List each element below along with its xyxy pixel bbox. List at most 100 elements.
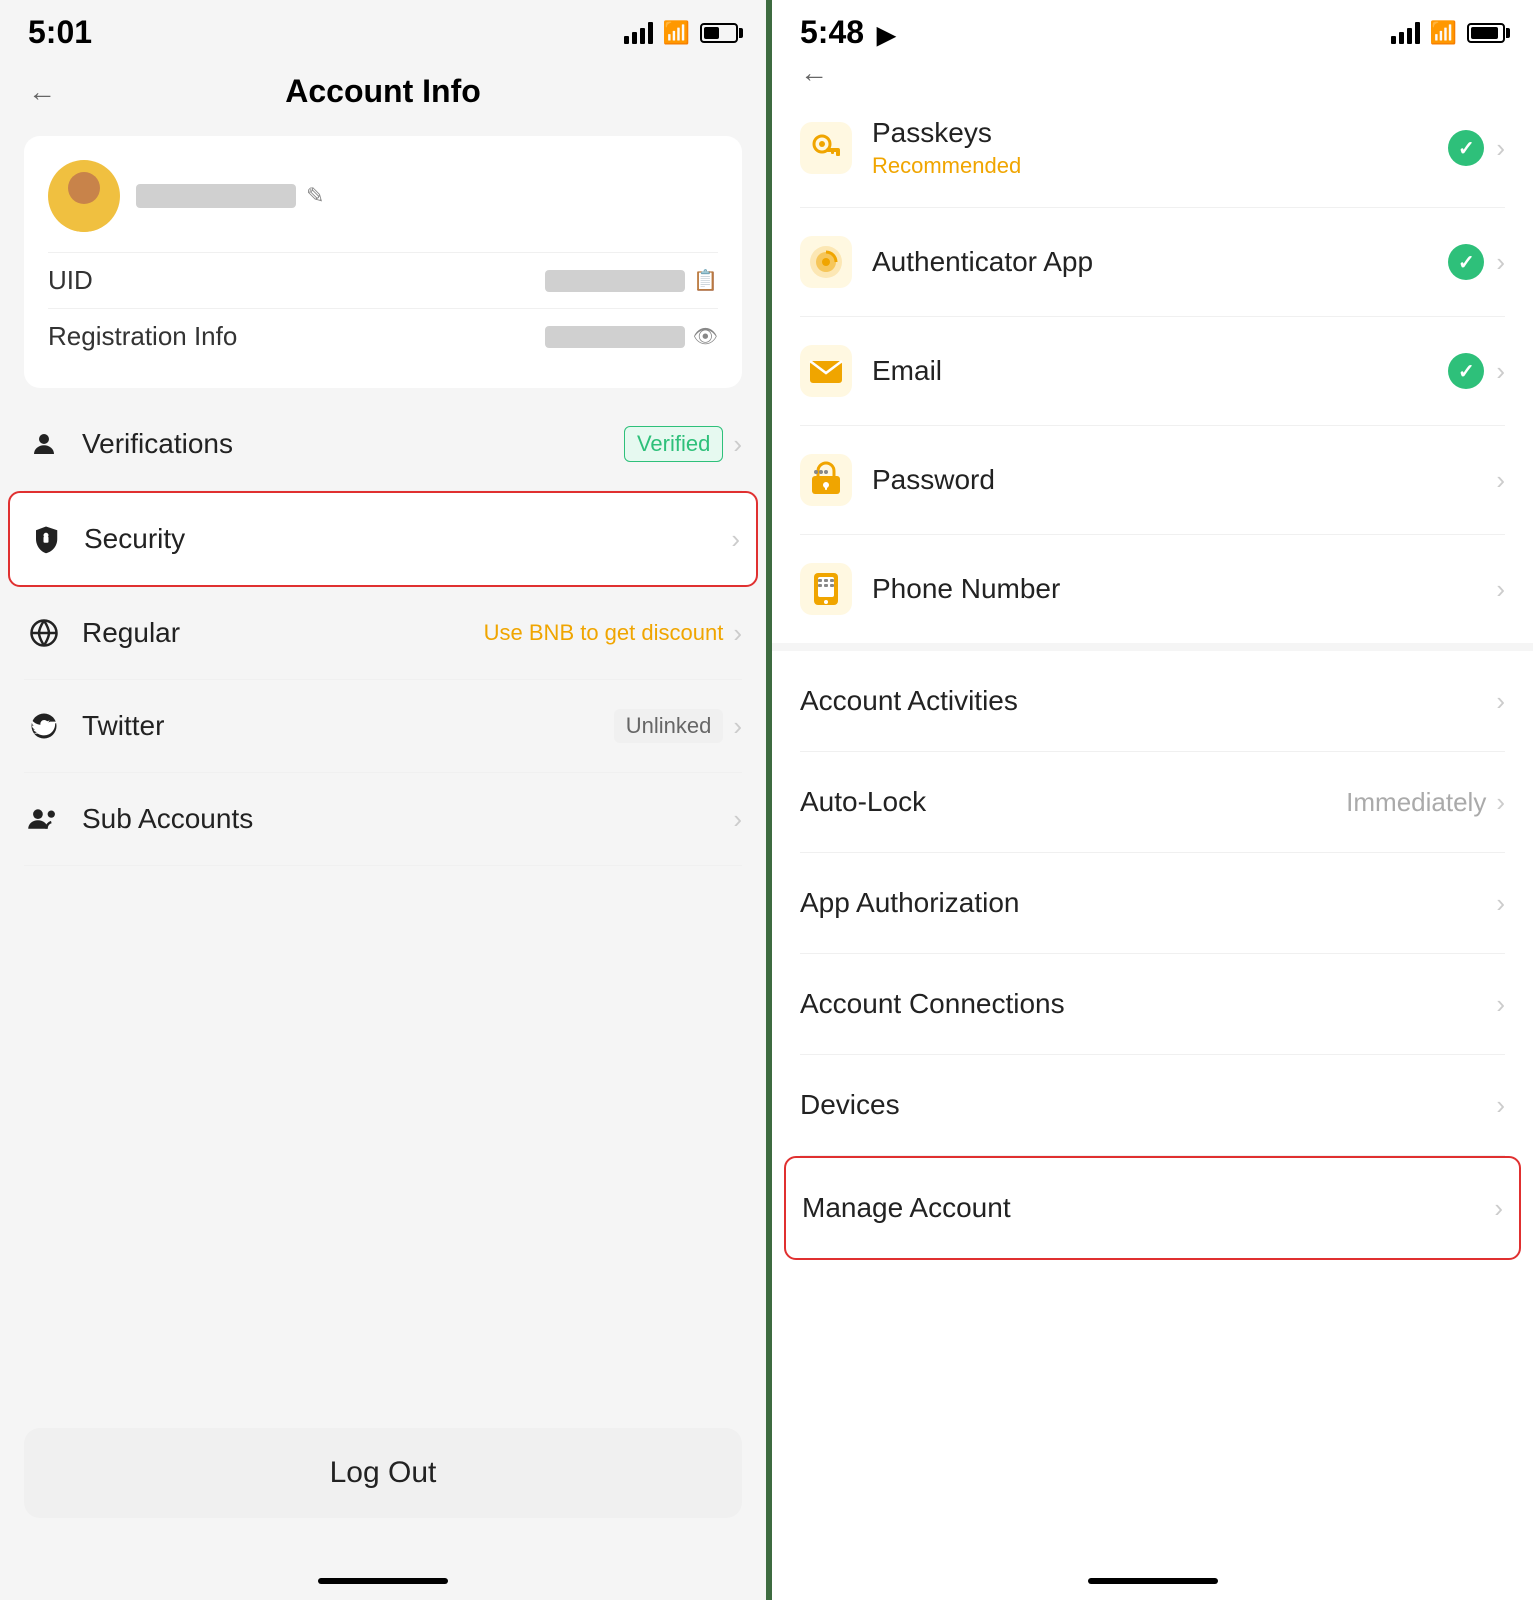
- wifi-icon: 📶: [663, 20, 690, 46]
- unlinked-badge: Unlinked: [614, 709, 724, 743]
- email-icon: [800, 345, 852, 397]
- menu-item-twitter[interactable]: Twitter Unlinked ›: [24, 680, 742, 773]
- menu-item-regular[interactable]: Regular Use BNB to get discount ›: [24, 587, 742, 680]
- globe-icon: [24, 613, 64, 653]
- twitter-icon: [24, 706, 64, 746]
- menu-item-verifications[interactable]: Verifications Verified ›: [24, 398, 742, 491]
- separator: [772, 643, 1533, 651]
- battery-icon: [1467, 23, 1505, 43]
- right-status-icons: 📶: [1391, 20, 1505, 46]
- chevron-icon: ›: [1496, 247, 1505, 278]
- battery-icon: [700, 23, 738, 43]
- right-menu-section: Account Activities › Auto-Lock Immediate…: [772, 651, 1533, 1260]
- chevron-icon: ›: [1496, 465, 1505, 496]
- sub-accounts-label: Sub Accounts: [82, 803, 253, 835]
- regular-label: Regular: [82, 617, 180, 649]
- avatar: [48, 160, 120, 232]
- username-area: ✎: [136, 183, 718, 209]
- signal-icon: [1391, 22, 1420, 44]
- chevron-icon: ›: [733, 429, 742, 460]
- menu-item-manage-account[interactable]: Manage Account ›: [784, 1156, 1521, 1260]
- menu-item-sub-accounts[interactable]: Sub Accounts ›: [24, 773, 742, 866]
- chevron-icon: ›: [1496, 989, 1505, 1020]
- app-authorization-label: App Authorization: [800, 887, 1020, 919]
- eye-icon[interactable]: 👁: [693, 324, 718, 349]
- manage-account-label: Manage Account: [802, 1192, 1011, 1224]
- email-label: Email: [872, 355, 942, 387]
- registration-row: Registration Info 👁: [48, 308, 718, 364]
- auto-lock-label: Auto-Lock: [800, 786, 926, 818]
- registration-value: [545, 326, 685, 348]
- check-icon: ✓: [1448, 244, 1484, 280]
- authenticator-icon: [800, 236, 852, 288]
- left-header: ← Account Info: [0, 57, 766, 126]
- right-panel: 5:48 ▶ 📶 ←: [766, 0, 1533, 1600]
- security-label: Security: [84, 523, 185, 555]
- authenticator-label: Authenticator App: [872, 246, 1093, 278]
- logout-area: Log Out: [0, 866, 766, 1578]
- security-item-password[interactable]: Password ›: [800, 426, 1505, 535]
- left-panel: 5:01 📶 ← Account Info: [0, 0, 766, 1600]
- security-section: Passkeys Recommended ✓ ›: [772, 89, 1533, 643]
- chevron-icon: ›: [733, 804, 742, 835]
- person-icon: [24, 424, 64, 464]
- uid-value: [545, 270, 685, 292]
- left-status-bar: 5:01 📶: [0, 0, 766, 57]
- registration-label: Registration Info: [48, 321, 237, 352]
- copy-icon[interactable]: 📋: [693, 268, 718, 293]
- passkeys-icon: [800, 122, 852, 174]
- back-button[interactable]: ←: [800, 57, 828, 89]
- menu-item-app-authorization[interactable]: App Authorization ›: [800, 853, 1505, 954]
- menu-item-auto-lock[interactable]: Auto-Lock Immediately ›: [800, 752, 1505, 853]
- left-time: 5:01: [28, 14, 92, 51]
- right-time: 5:48 ▶: [800, 14, 895, 51]
- verified-badge: Verified: [624, 426, 723, 462]
- chevron-icon: ›: [731, 524, 740, 555]
- security-item-phone[interactable]: Phone Number ›: [800, 535, 1505, 643]
- menu-item-security[interactable]: Security ›: [8, 491, 758, 587]
- devices-label: Devices: [800, 1089, 900, 1121]
- passkeys-label: Passkeys: [872, 117, 1021, 149]
- registration-value-area: 👁: [545, 324, 718, 349]
- chevron-icon: ›: [1496, 574, 1505, 605]
- wifi-icon: 📶: [1430, 20, 1457, 46]
- menu-item-account-activities[interactable]: Account Activities ›: [800, 651, 1505, 752]
- username-placeholder: [136, 184, 296, 208]
- phone-icon: [800, 563, 852, 615]
- right-home-indicator: [1088, 1578, 1218, 1584]
- chevron-icon: ›: [733, 711, 742, 742]
- home-indicator: [318, 1578, 448, 1584]
- password-label: Password: [872, 464, 995, 496]
- uid-value-area: 📋: [545, 268, 718, 293]
- signal-icon: [624, 22, 653, 44]
- chevron-icon: ›: [1496, 133, 1505, 164]
- account-connections-label: Account Connections: [800, 988, 1065, 1020]
- chevron-icon: ›: [1494, 1193, 1503, 1224]
- logout-button[interactable]: Log Out: [24, 1428, 742, 1518]
- menu-section: Verifications Verified › Security: [0, 398, 766, 866]
- security-item-email[interactable]: Email ✓ ›: [800, 317, 1505, 426]
- auto-lock-value: Immediately: [1346, 787, 1486, 818]
- right-header: ←: [772, 57, 1533, 89]
- passkeys-sub: Recommended: [872, 153, 1021, 179]
- security-item-passkeys[interactable]: Passkeys Recommended ✓ ›: [800, 89, 1505, 208]
- left-status-icons: 📶: [624, 20, 738, 46]
- shield-icon: [26, 519, 66, 559]
- profile-card: ✎ UID 📋 Registration Info 👁: [24, 136, 742, 388]
- check-icon: ✓: [1448, 353, 1484, 389]
- menu-item-devices[interactable]: Devices ›: [800, 1055, 1505, 1156]
- verifications-label: Verifications: [82, 428, 233, 460]
- menu-item-account-connections[interactable]: Account Connections ›: [800, 954, 1505, 1055]
- chevron-icon: ›: [1496, 686, 1505, 717]
- back-button[interactable]: ←: [28, 76, 56, 108]
- page-title: Account Info: [285, 73, 481, 110]
- security-item-authenticator[interactable]: Authenticator App ✓ ›: [800, 208, 1505, 317]
- right-status-bar: 5:48 ▶ 📶: [772, 0, 1533, 57]
- password-icon: [800, 454, 852, 506]
- edit-icon[interactable]: ✎: [306, 183, 324, 209]
- chevron-icon: ›: [733, 618, 742, 649]
- check-icon: ✓: [1448, 130, 1484, 166]
- chevron-icon: ›: [1496, 1090, 1505, 1121]
- uid-label: UID: [48, 265, 93, 296]
- chevron-icon: ›: [1496, 787, 1505, 818]
